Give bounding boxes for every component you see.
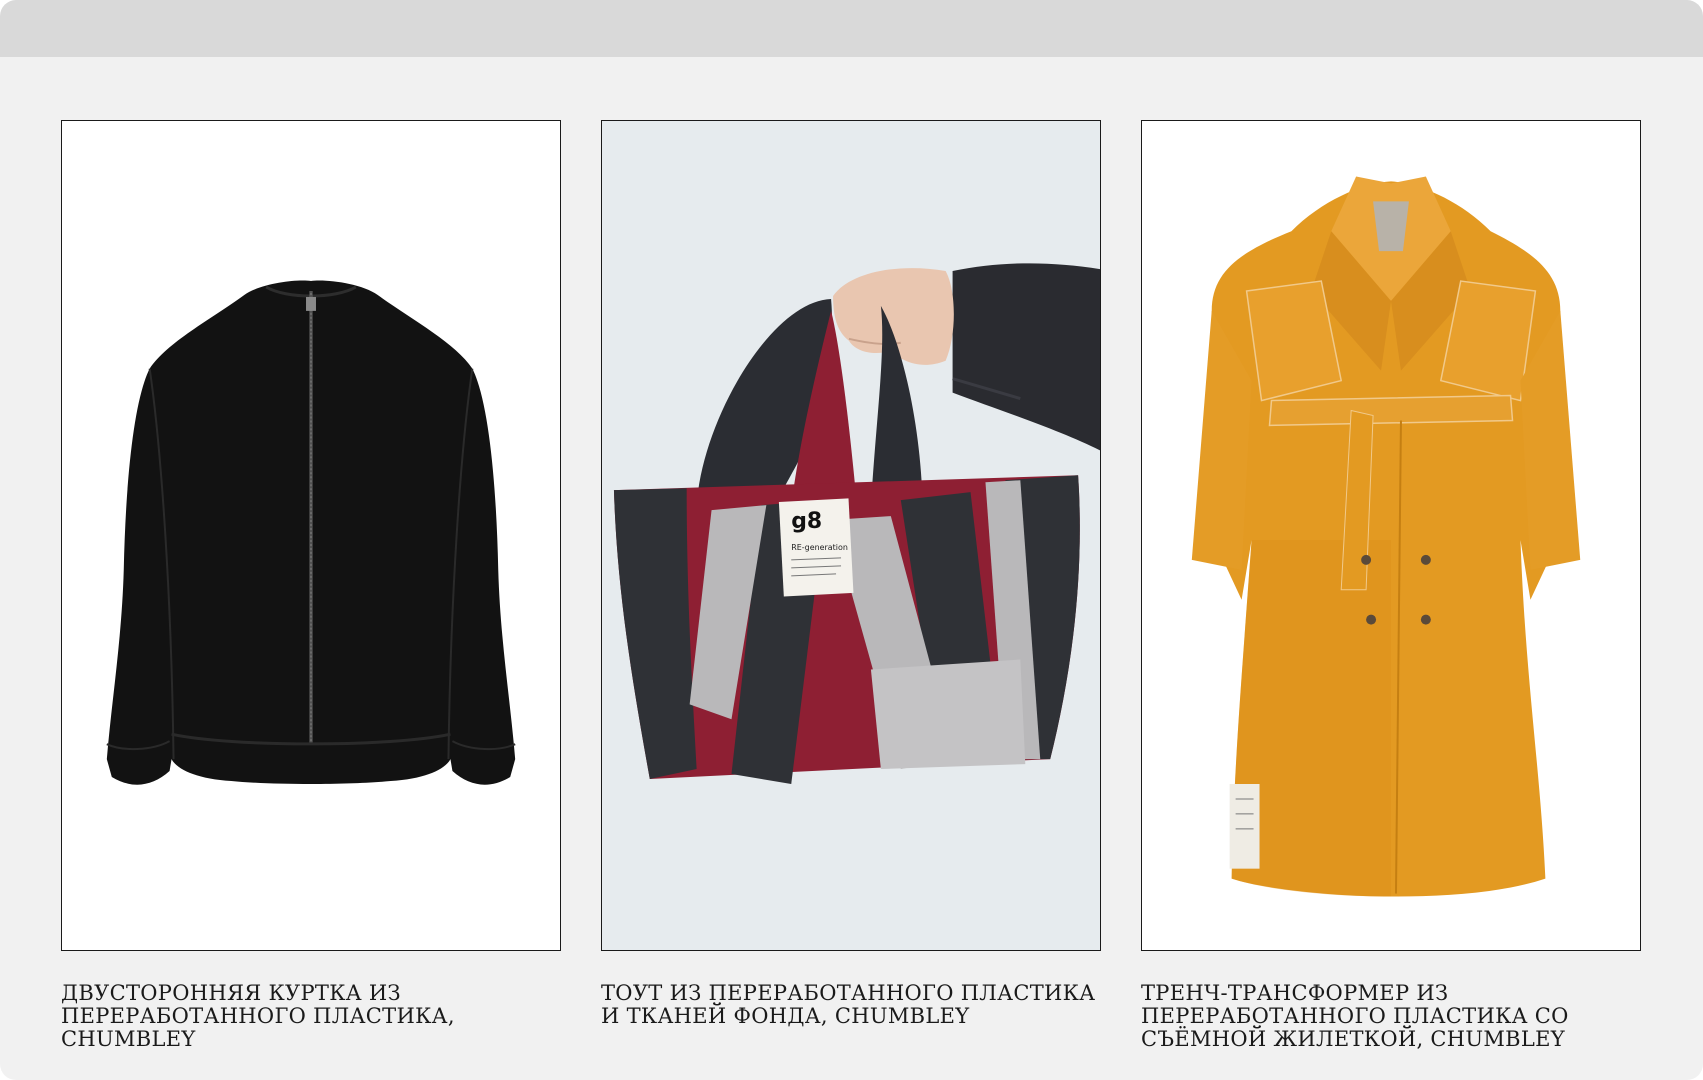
product-caption-trench: ТРЕНЧ-ТРАНСФОРМЕР ИЗ ПЕРЕРАБОТАННОГО ПЛА… [1141, 982, 1641, 1051]
caption-line: ТРЕНЧ-ТРАНСФОРМЕР ИЗ [1141, 981, 1449, 1005]
coat-label-tag [1229, 784, 1260, 869]
caption-line: И ТКАНЕЙ ФОНДА, CHUMBLEY [601, 1004, 970, 1028]
product-caption-jacket: ДВУСТОРОННЯЯ КУРТКА ИЗ ПЕРЕРАБОТАННОГО П… [61, 982, 561, 1051]
product-caption-tote: ТОУТ ИЗ ПЕРЕРАБОТАННОГО ПЛАСТИКА И ТКАНЕ… [601, 982, 1101, 1028]
top-bar [0, 0, 1703, 57]
coat-belt [1268, 394, 1514, 427]
jacket-image[interactable] [61, 120, 561, 951]
caption-line: ПЕРЕРАБОТАННОГО ПЛАСТИКА, CHUMBLEY [61, 1004, 455, 1051]
trench-coat-illustration [1191, 176, 1581, 897]
caption-line: ТОУТ ИЗ ПЕРЕРАБОТАННОГО ПЛАСТИКА [601, 981, 1096, 1005]
svg-text:g8: g8 [791, 509, 822, 534]
coat-button-icon [1420, 554, 1431, 565]
coat-button-icon [1366, 614, 1377, 625]
tote-bag-image[interactable]: g8 RE-generation [601, 120, 1101, 951]
caption-line: ДВУСТОРОННЯЯ КУРТКА ИЗ [61, 981, 401, 1005]
caption-line: СЪЁМНОЙ ЖИЛЕТКОЙ, CHUMBLEY [1141, 1027, 1565, 1051]
page: g8 RE-generation ДВУСТОРОННЯЯ КУРТКА ИЗ … [0, 0, 1703, 1080]
caption-line: ПЕРЕРАБОТАННОГО ПЛАСТИКА СО [1141, 1004, 1569, 1028]
coat-button-icon [1361, 554, 1372, 565]
svg-text:RE-generation: RE-generation [791, 543, 848, 552]
coat-button-icon [1420, 614, 1431, 625]
trench-coat-image[interactable] [1141, 120, 1641, 951]
zipper-pull-icon [306, 296, 316, 311]
jacket-illustration [106, 280, 516, 785]
bag-label-tag: g8 RE-generation [778, 498, 854, 597]
tote-bag-illustration: g8 RE-generation [602, 121, 1100, 950]
